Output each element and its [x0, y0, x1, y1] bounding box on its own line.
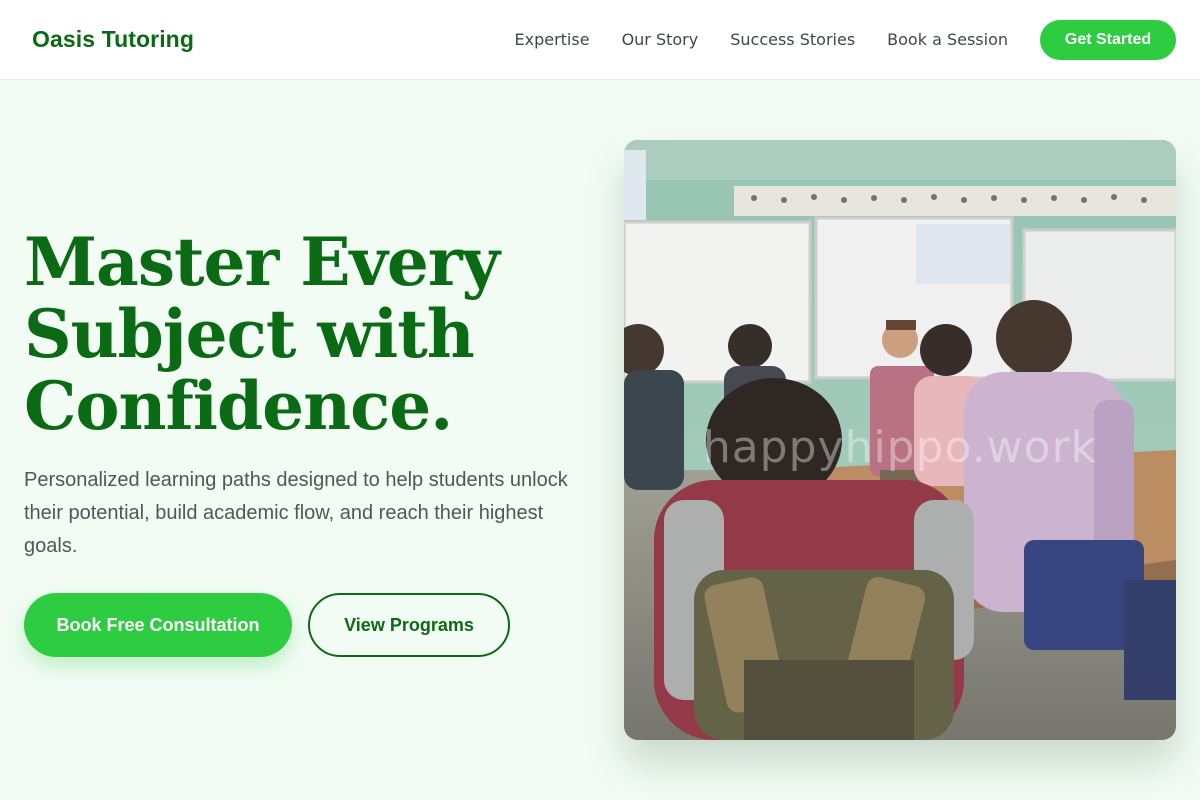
hero-subtitle: Personalized learning paths designed to … [24, 469, 568, 557]
classroom-photo: happyhippo.work [624, 140, 1176, 740]
hero-section: Master Every Subject with Confidence. Pe… [24, 226, 604, 563]
nav-link-our-story[interactable]: Our Story [622, 30, 699, 49]
nav-link-book-session[interactable]: Book a Session [887, 30, 1008, 49]
site-header: Oasis Tutoring Expertise Our Story Succe… [0, 0, 1200, 80]
nav-link-expertise[interactable]: Expertise [515, 30, 590, 49]
hero-title-line-2: Subject with [24, 295, 475, 373]
image-watermark: happyhippo.work [702, 422, 1098, 473]
brand-logo[interactable]: Oasis Tutoring [32, 26, 194, 53]
view-programs-button[interactable]: View Programs [308, 593, 510, 657]
hero-title: Master Every Subject with Confidence. [24, 226, 604, 442]
book-consultation-button[interactable]: Book Free Consultation [24, 593, 292, 657]
get-started-button[interactable]: Get Started [1040, 19, 1176, 60]
hero-title-line-1: Master Every [24, 223, 500, 301]
main-nav: Expertise Our Story Success Stories Book… [515, 19, 1176, 60]
hero-actions: Book Free Consultation View Programs [24, 593, 510, 657]
hero-title-line-3: Confidence. [24, 367, 453, 445]
nav-link-success-stories[interactable]: Success Stories [730, 30, 855, 49]
